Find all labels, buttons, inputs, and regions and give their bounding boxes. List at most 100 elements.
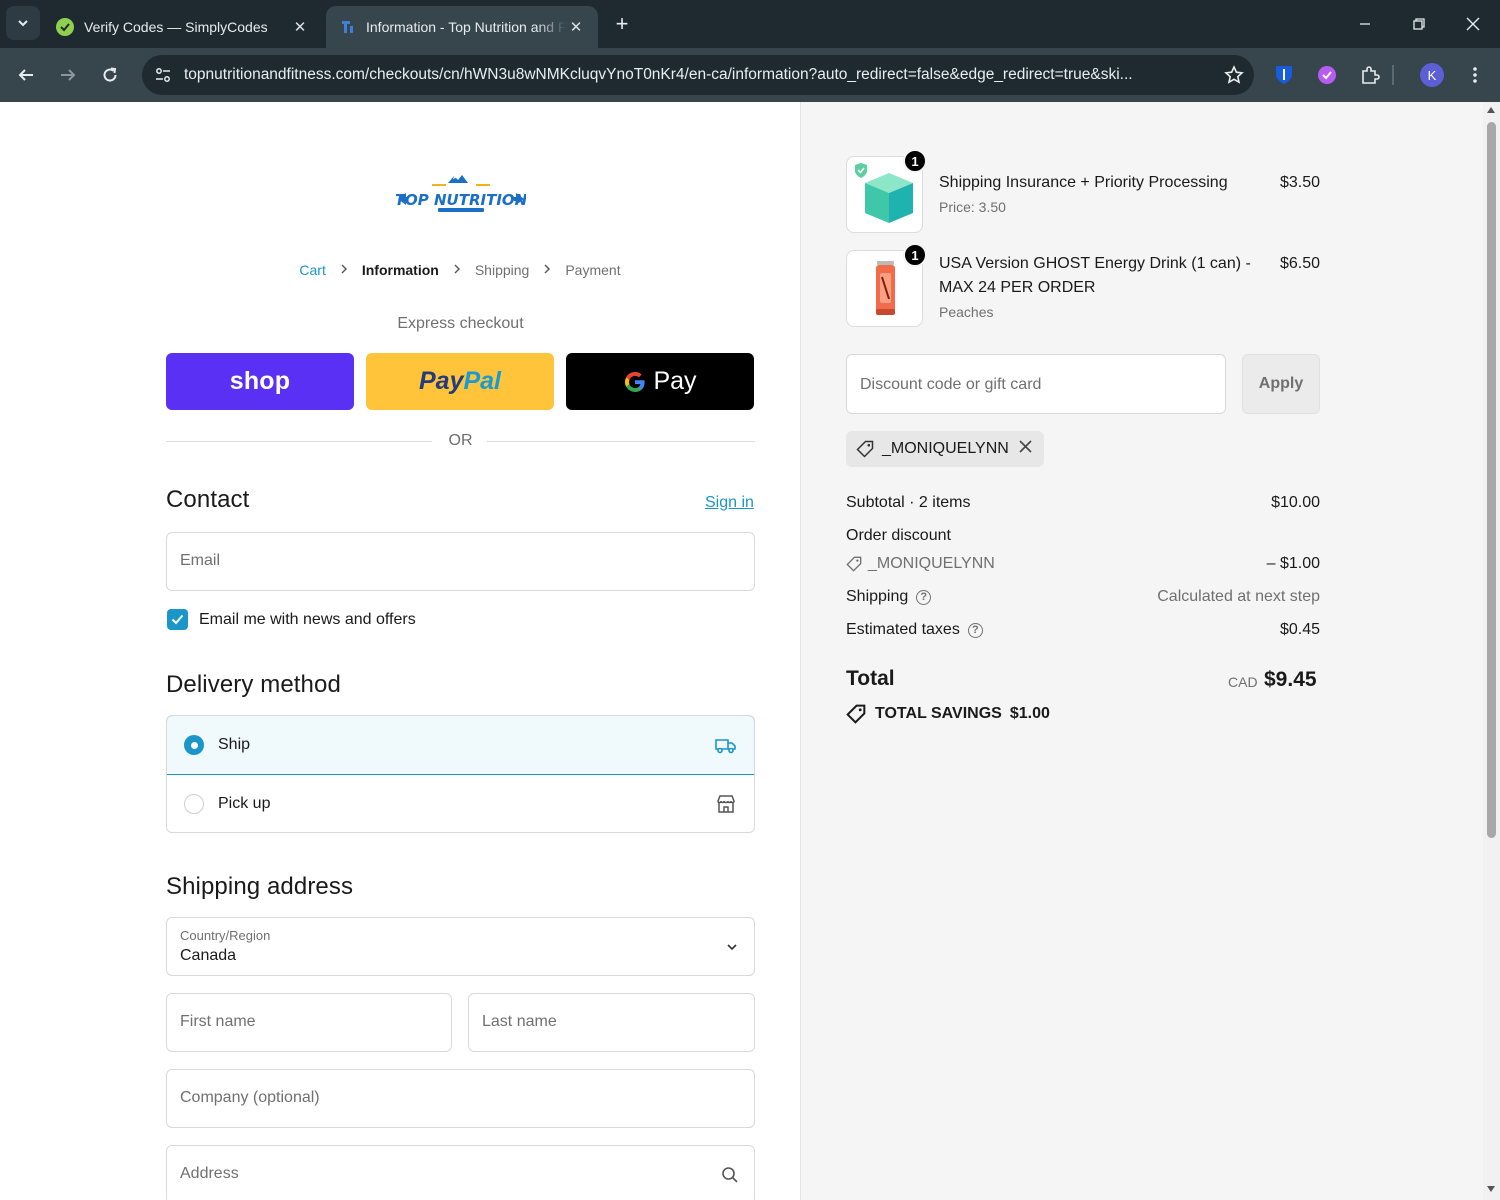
shop-pay-label: shop bbox=[229, 367, 291, 395]
address-field[interactable]: Address bbox=[166, 1145, 755, 1200]
help-circle-icon[interactable]: ? bbox=[916, 589, 932, 605]
discount-code-row: _MONIQUELYNN – $1.00 bbox=[846, 555, 1320, 573]
reload-icon bbox=[103, 67, 117, 82]
total-amount: $9.45 bbox=[1264, 668, 1317, 691]
store-logo[interactable]: TOP NUTRITION bbox=[395, 174, 528, 216]
discount-code-input[interactable]: Discount code or gift card bbox=[846, 354, 1226, 414]
pickup-label: Pick up bbox=[218, 795, 271, 812]
checkmark-icon bbox=[171, 614, 184, 625]
last-name-field[interactable]: Last name bbox=[468, 993, 755, 1052]
tab-title: Verify Codes — SimplyCodes bbox=[84, 19, 268, 35]
item-price: $6.50 bbox=[1279, 255, 1320, 272]
truck-icon bbox=[714, 733, 738, 757]
store-icon bbox=[714, 792, 738, 816]
ship-label: Ship bbox=[218, 736, 251, 753]
checkout-main-column: TOP NUTRITION Cart Information Shipping … bbox=[0, 102, 800, 1200]
tag-icon bbox=[846, 556, 862, 572]
scroll-down-arrow-icon[interactable] bbox=[1487, 1186, 1495, 1192]
order-summary: 1 Shipping Insurance + Priority Processi… bbox=[800, 102, 1483, 1200]
remove-discount-close-icon[interactable] bbox=[1019, 440, 1032, 458]
simplycodes-extension-icon[interactable] bbox=[1313, 61, 1341, 89]
avatar-initial: K bbox=[1420, 63, 1444, 87]
first-name-field[interactable]: First name bbox=[166, 993, 452, 1052]
tag-icon bbox=[856, 440, 874, 458]
back-button[interactable] bbox=[10, 59, 42, 91]
item-name: Shipping Insurance + Priority Processing bbox=[939, 174, 1228, 191]
close-icon bbox=[1466, 17, 1480, 31]
close-window-button[interactable] bbox=[1446, 0, 1500, 48]
paypal-button[interactable]: Pay Pal bbox=[366, 353, 554, 410]
item-name-line-1: USA Version GHOST Energy Drink (1 can) - bbox=[939, 255, 1251, 272]
tab-close-icon[interactable]: ✕ bbox=[290, 18, 310, 36]
shipping-value: Calculated at next step bbox=[1157, 588, 1320, 605]
browser-menu-icon[interactable] bbox=[1461, 61, 1489, 89]
contact-heading: Contact bbox=[166, 486, 250, 513]
reload-button[interactable] bbox=[94, 59, 126, 91]
email-field[interactable]: Email bbox=[166, 532, 755, 591]
page-scrollbar[interactable] bbox=[1483, 102, 1500, 1200]
order-discount-label: Order discount bbox=[846, 527, 951, 544]
site-info-icon[interactable] bbox=[146, 55, 180, 95]
browser-toolbar: topnutritionandfitness.com/checkouts/cn/… bbox=[0, 48, 1500, 102]
breadcrumb-cart[interactable]: Cart bbox=[295, 262, 329, 278]
bitwarden-extension-icon[interactable] bbox=[1270, 61, 1298, 89]
minimize-button[interactable] bbox=[1338, 0, 1392, 48]
apply-discount-button[interactable]: Apply bbox=[1242, 354, 1320, 414]
bookmark-star-icon[interactable] bbox=[1214, 65, 1254, 85]
toolbar-divider bbox=[1392, 65, 1394, 85]
email-placeholder: Email bbox=[180, 552, 221, 569]
google-pay-button[interactable]: Pay bbox=[566, 353, 754, 410]
applied-code-text: _MONIQUELYNN bbox=[882, 440, 1009, 457]
tab-close-icon[interactable]: ✕ bbox=[566, 18, 586, 36]
newsletter-checkbox[interactable] bbox=[167, 609, 188, 630]
savings-label: TOTAL SAVINGS bbox=[875, 705, 1002, 722]
search-icon bbox=[721, 1166, 739, 1189]
delivery-option-pickup[interactable]: Pick up bbox=[167, 775, 754, 832]
minimize-icon bbox=[1360, 23, 1370, 25]
shop-pay-button[interactable]: shop bbox=[166, 353, 354, 410]
profile-avatar[interactable]: K bbox=[1418, 61, 1446, 89]
product-thumbnail: 1 bbox=[846, 243, 927, 327]
company-field[interactable]: Company (optional) bbox=[166, 1069, 755, 1128]
google-g-icon bbox=[623, 370, 647, 394]
restore-button[interactable] bbox=[1392, 0, 1446, 48]
newsletter-label: Email me with news and offers bbox=[199, 611, 416, 628]
total-currency: CAD bbox=[1228, 674, 1258, 690]
shipping-address-heading: Shipping address bbox=[166, 873, 354, 900]
delivery-option-ship[interactable]: Ship bbox=[167, 716, 754, 775]
savings-amount: $1.00 bbox=[1009, 705, 1050, 722]
pickup-radio[interactable] bbox=[184, 794, 204, 814]
chevron-down-icon bbox=[18, 20, 28, 27]
tab-search-button[interactable] bbox=[6, 6, 40, 40]
address-bar[interactable]: topnutritionandfitness.com/checkouts/cn/… bbox=[142, 55, 1254, 95]
taxes-amount: $0.45 bbox=[1279, 621, 1320, 638]
forward-button[interactable] bbox=[52, 59, 84, 91]
chevron-right-icon bbox=[443, 263, 471, 277]
tab-title: Information - Top Nutrition and Fitness bbox=[366, 19, 566, 35]
shipping-row: Shipping ? Calculated at next step bbox=[846, 588, 1320, 606]
chevron-right-icon bbox=[533, 263, 561, 277]
breadcrumb-shipping: Shipping bbox=[474, 262, 530, 278]
country-value: Canada bbox=[180, 947, 237, 964]
breadcrumb-information: Information bbox=[361, 262, 439, 278]
country-select[interactable]: Country/Region Canada bbox=[166, 917, 755, 976]
new-tab-button[interactable]: + bbox=[608, 10, 636, 38]
taxes-row: Estimated taxes ? $0.45 bbox=[846, 621, 1320, 639]
address-placeholder: Address bbox=[180, 1165, 239, 1182]
last-name-placeholder: Last name bbox=[482, 1013, 557, 1030]
scrollbar-thumb[interactable] bbox=[1487, 122, 1496, 838]
scroll-up-arrow-icon[interactable] bbox=[1487, 107, 1495, 113]
delivery-method-heading: Delivery method bbox=[166, 671, 341, 698]
browser-tab-active[interactable]: Information - Top Nutrition and Fitness … bbox=[326, 6, 598, 48]
extensions-puzzle-icon[interactable] bbox=[1356, 61, 1384, 89]
sign-in-link[interactable]: Sign in bbox=[705, 494, 754, 512]
subtotal-row: Subtotal · 2 items $10.00 bbox=[846, 494, 1320, 512]
country-label: Country/Region bbox=[180, 928, 271, 943]
delivery-method-options: Ship Pick up bbox=[166, 715, 755, 833]
logo-text: TOP NUTRITION bbox=[396, 191, 526, 209]
help-circle-icon[interactable]: ? bbox=[967, 622, 983, 638]
ship-radio[interactable] bbox=[184, 735, 204, 755]
tag-icon bbox=[846, 704, 866, 724]
browser-tab[interactable]: Verify Codes — SimplyCodes ✕ bbox=[44, 6, 322, 48]
arrow-left-icon bbox=[18, 69, 33, 81]
